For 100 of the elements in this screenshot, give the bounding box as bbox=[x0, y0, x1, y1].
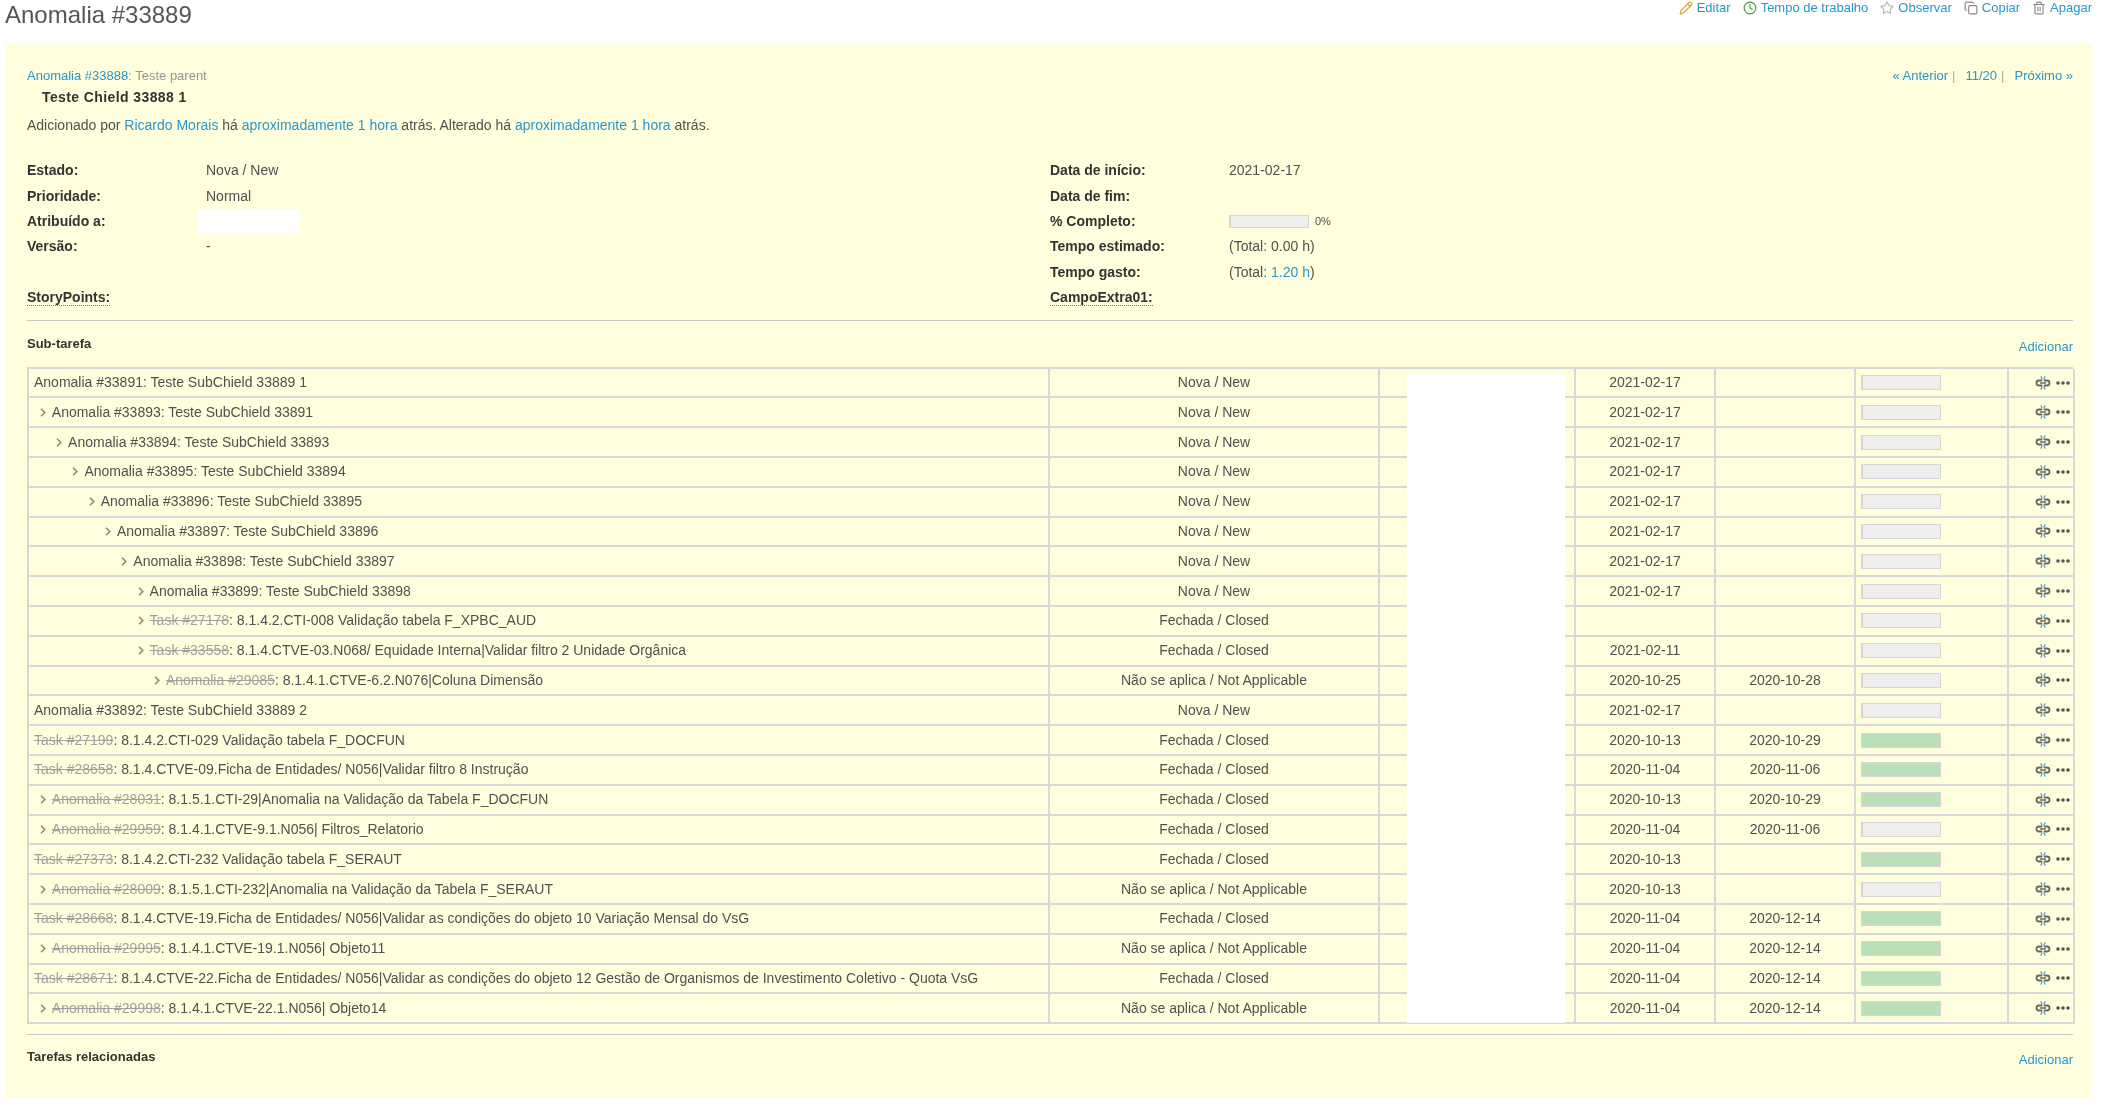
ellipsis-icon[interactable] bbox=[2056, 887, 2070, 892]
issue-link[interactable]: Anomalia #33893 bbox=[51, 403, 161, 420]
chevron-icon[interactable] bbox=[39, 1003, 46, 1013]
issue-link[interactable]: Task #27178 bbox=[149, 612, 229, 629]
chevron-icon[interactable] bbox=[39, 944, 46, 954]
pager-link[interactable]: « Anterior bbox=[1892, 67, 1949, 86]
broken-chain-icon[interactable] bbox=[2035, 941, 2051, 956]
issue-link[interactable]: Anomalia #29959 bbox=[51, 820, 161, 837]
field-label: Estado: bbox=[27, 162, 79, 179]
add-link[interactable]: Adicionar bbox=[2018, 1050, 2073, 1070]
inline-link[interactable]: 1.20 h bbox=[1271, 263, 1310, 280]
ellipsis-icon[interactable] bbox=[2056, 678, 2070, 683]
ellipsis-icon[interactable] bbox=[2056, 767, 2070, 772]
issue-link[interactable]: Anomalia #33892 bbox=[34, 701, 143, 718]
ellipsis-icon[interactable] bbox=[2056, 559, 2070, 564]
delete-link[interactable]: Apagar bbox=[2032, 0, 2092, 15]
ellipsis-icon[interactable] bbox=[2056, 380, 2070, 385]
chevron-icon[interactable] bbox=[121, 556, 128, 566]
attribute-value: Nova / New bbox=[206, 161, 279, 181]
chevron-icon[interactable] bbox=[72, 467, 79, 477]
broken-chain-icon[interactable] bbox=[2035, 405, 2051, 420]
copy-link[interactable]: Copiar bbox=[1963, 0, 2021, 15]
chevron-icon[interactable] bbox=[56, 437, 63, 447]
issue-link[interactable]: Anomalia #33891 bbox=[34, 374, 143, 390]
ellipsis-icon[interactable] bbox=[2056, 827, 2070, 832]
status-cell: Nova / New bbox=[1050, 517, 1380, 548]
pager-link[interactable]: Próximo » bbox=[2014, 67, 2073, 86]
date-cell: 2021-02-11 bbox=[1576, 636, 1716, 667]
add-link[interactable]: Adicionar bbox=[2018, 336, 2073, 357]
broken-chain-icon[interactable] bbox=[2035, 852, 2051, 867]
ellipsis-icon[interactable] bbox=[2056, 648, 2070, 653]
ellipsis-icon[interactable] bbox=[2056, 499, 2070, 504]
issue-link[interactable]: Anomalia #29995 bbox=[51, 940, 161, 957]
issue-link[interactable]: Anomalia #29085 bbox=[165, 671, 275, 688]
chevron-icon[interactable] bbox=[39, 407, 46, 417]
issue-link[interactable]: Anomalia #33897 bbox=[117, 523, 226, 539]
ellipsis-icon[interactable] bbox=[2056, 738, 2070, 743]
broken-chain-icon[interactable] bbox=[2035, 524, 2051, 539]
edit-link[interactable]: Editar bbox=[1678, 0, 1731, 15]
chevron-icon[interactable] bbox=[137, 616, 144, 626]
ellipsis-icon[interactable] bbox=[2056, 797, 2070, 802]
broken-chain-icon[interactable] bbox=[2035, 822, 2051, 837]
chevron-icon[interactable] bbox=[39, 884, 46, 894]
issue-link[interactable]: Anomalia #29998 bbox=[51, 999, 161, 1016]
chevron-icon[interactable] bbox=[153, 675, 160, 685]
inline-link[interactable]: Ricardo Morais bbox=[124, 117, 219, 133]
broken-chain-icon[interactable] bbox=[2035, 643, 2051, 658]
ellipsis-icon[interactable] bbox=[2056, 589, 2070, 594]
date-cell: 2020-11-04 bbox=[1576, 755, 1716, 786]
date-cell: 2020-12-14 bbox=[1716, 994, 1856, 1025]
broken-chain-icon[interactable] bbox=[2035, 554, 2051, 569]
chevron-icon[interactable] bbox=[39, 795, 46, 805]
broken-chain-icon[interactable] bbox=[2035, 673, 2051, 688]
issue-link[interactable]: Task #33558 bbox=[149, 642, 229, 659]
ellipsis-icon[interactable] bbox=[2056, 857, 2070, 862]
issue-link[interactable]: Anomalia #33899 bbox=[149, 582, 259, 599]
inline-link[interactable]: aproximadamente 1 hora bbox=[515, 117, 671, 133]
log-time-link[interactable]: Tempo de trabalho bbox=[1742, 0, 1869, 15]
broken-chain-icon[interactable] bbox=[2035, 792, 2051, 807]
broken-chain-icon[interactable] bbox=[2035, 1001, 2051, 1016]
ellipsis-icon[interactable] bbox=[2056, 440, 2070, 445]
broken-chain-icon[interactable] bbox=[2035, 911, 2051, 926]
broken-chain-icon[interactable] bbox=[2035, 733, 2051, 748]
broken-chain-icon[interactable] bbox=[2035, 464, 2051, 479]
watch-link[interactable]: Observar bbox=[1880, 0, 1952, 15]
chevron-icon[interactable] bbox=[137, 586, 144, 596]
date-cell: 2020-10-28 bbox=[1716, 666, 1856, 697]
chevron-icon[interactable] bbox=[105, 527, 111, 536]
chevron-icon[interactable] bbox=[39, 824, 46, 834]
broken-chain-icon[interactable] bbox=[2035, 762, 2051, 777]
ellipsis-icon[interactable] bbox=[2056, 1006, 2070, 1011]
issue-link[interactable]: Anomalia #28031 bbox=[51, 791, 161, 808]
status-cell: Nova / New bbox=[1050, 368, 1380, 399]
ellipsis-icon[interactable] bbox=[2056, 618, 2070, 623]
broken-chain-icon[interactable] bbox=[2035, 613, 2051, 628]
issue-link[interactable]: Anomalia #33896 bbox=[100, 493, 210, 510]
ellipsis-icon[interactable] bbox=[2056, 708, 2070, 713]
broken-chain-icon[interactable] bbox=[2035, 375, 2051, 390]
broken-chain-icon[interactable] bbox=[2035, 971, 2051, 986]
broken-chain-icon[interactable] bbox=[2035, 703, 2051, 718]
subtask-title: Anomalia #33897: Teste SubChield 33896 bbox=[117, 522, 379, 541]
ellipsis-icon[interactable] bbox=[2056, 529, 2070, 534]
field-label: % Completo: bbox=[1050, 213, 1136, 230]
chevron-icon[interactable] bbox=[88, 497, 95, 507]
ellipsis-icon[interactable] bbox=[2056, 469, 2070, 474]
broken-chain-icon[interactable] bbox=[2035, 435, 2051, 450]
pencil-icon bbox=[1678, 0, 1693, 15]
broken-chain-icon[interactable] bbox=[2035, 882, 2051, 897]
chevron-icon[interactable] bbox=[137, 646, 144, 656]
broken-chain-icon[interactable] bbox=[2035, 494, 2051, 509]
date-cell: 2020-12-14 bbox=[1716, 964, 1856, 995]
ellipsis-icon[interactable] bbox=[2056, 976, 2070, 981]
issue-link[interactable]: Anomalia #28009 bbox=[51, 880, 161, 897]
ellipsis-icon[interactable] bbox=[2056, 946, 2070, 951]
pager-link[interactable]: 11/20 bbox=[1965, 67, 1998, 86]
ellipsis-icon[interactable] bbox=[2056, 410, 2070, 415]
percent-reading: 0% bbox=[1315, 214, 1331, 230]
ellipsis-icon[interactable] bbox=[2056, 916, 2070, 921]
broken-chain-icon[interactable] bbox=[2035, 584, 2051, 599]
inline-link[interactable]: aproximadamente 1 hora bbox=[241, 117, 398, 133]
